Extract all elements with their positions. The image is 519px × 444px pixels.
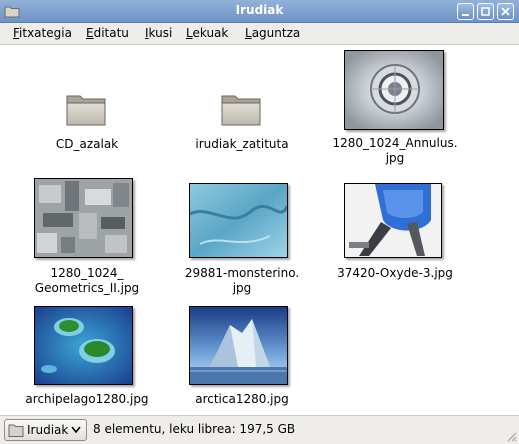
menu-bar: Fitxategia Editatu Ikusi Lekuak Laguntza — [0, 23, 519, 45]
item-label: irudiak_zatituta — [195, 137, 289, 151]
maximize-icon — [481, 7, 490, 16]
menu-fitxategia[interactable]: Fitxategia — [13, 26, 72, 40]
item-label: 1280_1024_ Geometrics_II.jpg — [34, 266, 140, 295]
icon-view[interactable]: CD_azalak irudiak_zatituta 1280_1024_Ann… — [0, 45, 519, 415]
image-thumbnail — [34, 178, 133, 258]
image-item-archipelago[interactable]: archipelago1280.jpg — [17, 305, 157, 415]
image-item-arctica[interactable]: arctica1280.jpg — [172, 305, 312, 415]
folder-icon — [66, 95, 106, 126]
image-thumbnail — [344, 50, 444, 130]
chevron-down-icon — [71, 426, 81, 434]
image-thumbnail — [34, 306, 133, 385]
item-label: 29881-monsterino. jpg — [184, 266, 300, 295]
close-icon — [501, 7, 510, 16]
menu-editatu[interactable]: Editatu — [86, 26, 129, 40]
minimize-icon — [462, 14, 469, 16]
item-label: CD_azalak — [55, 137, 119, 151]
location-dropdown[interactable]: Irudiak — [4, 419, 87, 441]
folder-item-cd-azalak[interactable]: CD_azalak — [17, 45, 157, 155]
image-thumbnail — [189, 306, 288, 385]
minimize-button[interactable] — [457, 3, 474, 20]
menu-laguntza[interactable]: Laguntza — [245, 26, 300, 40]
image-item-oxyde[interactable]: 37420-Oxyde-3.jpg — [325, 175, 465, 300]
image-thumbnail — [189, 183, 289, 258]
window-title: Irudiak — [235, 3, 284, 17]
item-label: 37420-Oxyde-3.jpg — [337, 266, 453, 280]
title-bar[interactable]: Irudiak — [0, 0, 519, 23]
close-button[interactable] — [497, 3, 514, 20]
image-item-annulus[interactable]: 1280_1024_Annulus. jpg — [325, 45, 465, 170]
image-item-geometrics[interactable]: 1280_1024_ Geometrics_II.jpg — [17, 175, 157, 300]
item-label: arctica1280.jpg — [195, 392, 289, 406]
folder-icon — [221, 95, 261, 126]
image-item-monsterino[interactable]: 29881-monsterino. jpg — [172, 175, 312, 300]
menu-ikusi[interactable]: Ikusi — [145, 26, 172, 40]
resize-grip-icon[interactable] — [505, 430, 517, 442]
folder-icon — [8, 424, 24, 437]
maximize-button[interactable] — [477, 3, 494, 20]
status-bar: Irudiak 8 elementu, leku librea: 197,5 G… — [0, 415, 519, 444]
location-label: Irudiak — [27, 423, 69, 437]
menu-lekuak[interactable]: Lekuak — [186, 26, 228, 40]
folder-item-irudiak-zatituta[interactable]: irudiak_zatituta — [172, 45, 312, 155]
status-text: 8 elementu, leku librea: 197,5 GB — [93, 422, 296, 436]
item-label: archipelago1280.jpg — [25, 392, 149, 406]
image-thumbnail — [344, 183, 442, 258]
item-label: 1280_1024_Annulus. jpg — [332, 136, 458, 165]
